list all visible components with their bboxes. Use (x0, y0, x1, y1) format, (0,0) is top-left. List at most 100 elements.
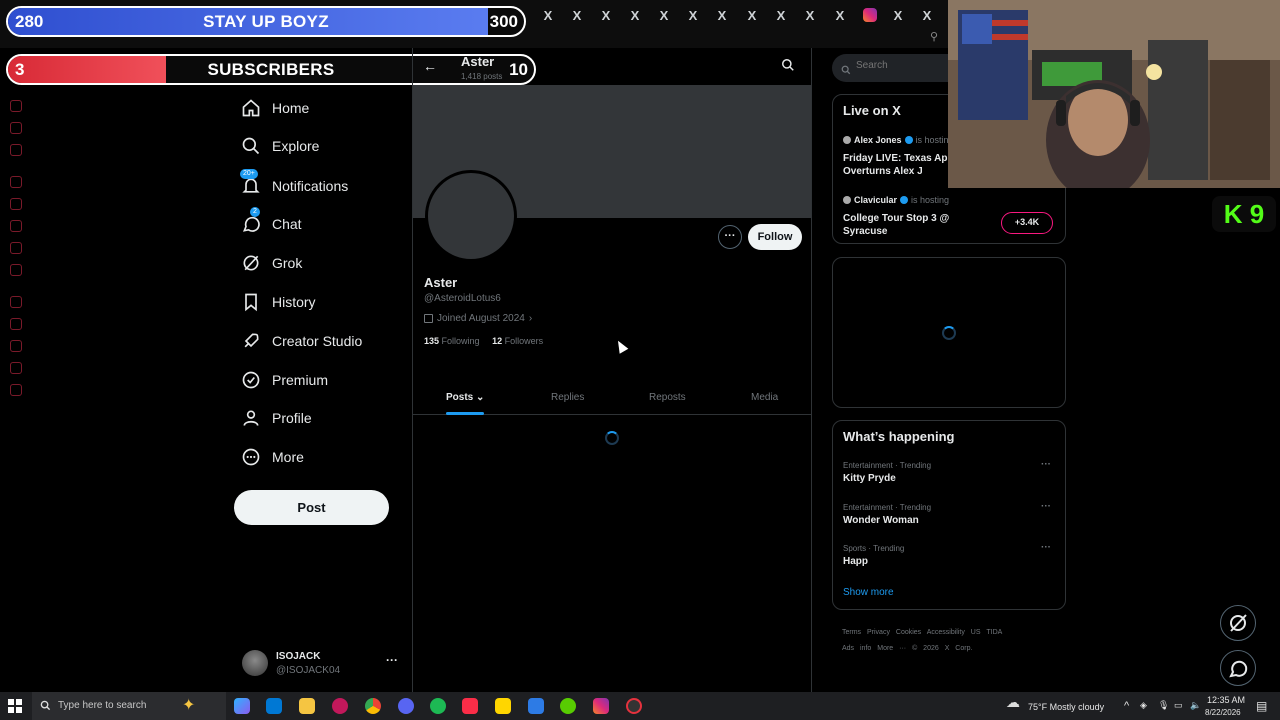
account-switcher[interactable]: ISOJACK @ISOJACK04 ··· (242, 650, 402, 680)
footer-links[interactable]: Terms Privacy Cookies Accessibility US T… (842, 625, 1062, 657)
x-tab-icon[interactable]: X (832, 8, 848, 24)
chevron-right-icon: › (528, 313, 533, 324)
following-label: Following (441, 336, 480, 346)
instagram-tab-icon[interactable] (863, 8, 877, 22)
obs-app-icon[interactable] (626, 698, 642, 714)
trend-name[interactable]: Wonder Woman (843, 515, 919, 526)
file-explorer-icon[interactable] (299, 698, 315, 714)
nav-label: Grok (272, 255, 303, 271)
weather-text[interactable]: 75°F Mostly cloudy (1028, 702, 1104, 712)
trend-more-icon[interactable]: ··· (1041, 542, 1051, 553)
nav-item-notifications[interactable]: 20+ Notifications (240, 168, 348, 204)
dock-app-icon[interactable] (10, 296, 22, 308)
clock-time[interactable]: 12:35 AM (1207, 695, 1245, 705)
space-title[interactable]: College Tour Stop 3 @ Syracuse (843, 212, 963, 238)
grok-float-button[interactable] (1220, 605, 1256, 641)
search-icon (240, 135, 262, 157)
dock-app-icon[interactable] (10, 176, 22, 188)
dock-app-icon[interactable] (10, 100, 22, 112)
x-tab-icon[interactable]: X (744, 8, 760, 24)
nav-item-more[interactable]: More (240, 439, 304, 475)
messages-float-button[interactable] (1220, 650, 1256, 686)
music-app-icon[interactable] (462, 698, 478, 714)
listener-count-badge[interactable]: +3.4K (1001, 212, 1053, 234)
hosting-text: is hosting (911, 195, 950, 205)
account-more-icon[interactable]: ··· (386, 653, 398, 667)
notes-app-icon[interactable] (495, 698, 511, 714)
dock-app-icon[interactable] (10, 242, 22, 254)
trend-more-icon[interactable]: ··· (1041, 501, 1051, 512)
dock-app-icon[interactable] (10, 144, 22, 156)
copilot-app-icon[interactable] (234, 698, 250, 714)
nav-item-profile[interactable]: Profile (240, 400, 312, 436)
followers-link[interactable]: 12 Followers (492, 336, 543, 346)
profile-avatar[interactable] (425, 170, 517, 262)
tab-posts[interactable]: Posts ⌄ (446, 392, 484, 403)
grok-icon (240, 252, 262, 274)
nav-item-home[interactable]: Home (240, 90, 309, 126)
search-icon[interactable] (781, 58, 797, 74)
pin-icon[interactable]: ⚲ (930, 30, 942, 43)
x-tab-icon[interactable]: X (773, 8, 789, 24)
space-host[interactable]: Alex Jones is hosting (843, 135, 954, 145)
trend-name[interactable]: Kitty Pryde (843, 473, 896, 484)
dock-app-icon[interactable] (10, 362, 22, 374)
x-tab-icon[interactable]: X (656, 8, 672, 24)
spotify-app-icon[interactable] (430, 698, 446, 714)
nav-item-grok[interactable]: Grok (240, 245, 302, 281)
nav-item-history[interactable]: History (240, 284, 316, 320)
follow-button[interactable]: Follow (748, 224, 802, 250)
dock-app-icon[interactable] (10, 220, 22, 232)
nav-item-chat[interactable]: 2 Chat (240, 206, 302, 242)
joined-date: Joined August 2024 › (424, 313, 532, 324)
store-app-icon[interactable] (266, 698, 282, 714)
more-options-button[interactable]: ··· (718, 225, 742, 249)
space-host[interactable]: Clavicular is hosting (843, 195, 949, 205)
trend-more-icon[interactable]: ··· (1041, 459, 1051, 470)
network-icon[interactable]: ◈ (1140, 700, 1147, 711)
trend-name[interactable]: Happ (843, 556, 868, 567)
display-icon[interactable]: ▭ (1174, 700, 1183, 711)
dock-app-icon[interactable] (10, 384, 22, 396)
x-tab-icon[interactable]: X (802, 8, 818, 24)
x-tab-icon[interactable]: X (540, 8, 556, 24)
post-button[interactable]: Post (234, 490, 389, 525)
windows-start-icon[interactable] (8, 699, 22, 713)
x-tab-icon[interactable]: X (685, 8, 701, 24)
chrome-app-icon[interactable] (365, 698, 381, 714)
x-tab-icon[interactable]: X (919, 8, 935, 24)
dock-app-icon[interactable] (10, 198, 22, 210)
show-more-link[interactable]: Show more (843, 587, 894, 598)
opera-app-icon[interactable] (332, 698, 348, 714)
dock-app-icon[interactable] (10, 264, 22, 276)
nav-item-premium[interactable]: Premium (240, 362, 328, 398)
dock-app-icon[interactable] (10, 122, 22, 134)
chat-badge: 2 (250, 207, 260, 217)
nav-item-creator-studio[interactable]: Creator Studio (240, 323, 362, 359)
dock-app-icon[interactable] (10, 318, 22, 330)
x-tab-icon[interactable]: X (627, 8, 643, 24)
tray-chevron-icon[interactable]: ^ (1124, 700, 1129, 712)
x-tab-icon[interactable]: X (569, 8, 585, 24)
tab-media[interactable]: Media (751, 392, 778, 403)
nav-item-explore[interactable]: Explore (240, 128, 319, 164)
mail-app-icon[interactable] (528, 698, 544, 714)
tab-reposts[interactable]: Reposts (649, 392, 686, 403)
chat-icon: 2 (240, 207, 262, 235)
clock-date[interactable]: 8/22/2026 (1205, 708, 1241, 717)
following-link[interactable]: 135 Following (424, 336, 480, 346)
goal-target: 300 (489, 12, 518, 31)
instagram-app-icon[interactable] (593, 698, 609, 714)
notification-center-icon[interactable]: ▤ (1256, 699, 1267, 713)
volume-icon[interactable]: 🔈 (1190, 700, 1201, 711)
mic-icon[interactable]: 🎙 (1158, 700, 1169, 711)
x-tab-icon[interactable]: X (714, 8, 730, 24)
x-tab-icon[interactable]: X (598, 8, 614, 24)
discord-app-icon[interactable] (398, 698, 414, 714)
dock-app-icon[interactable] (10, 340, 22, 352)
tab-replies[interactable]: Replies (551, 392, 584, 403)
back-arrow-icon[interactable]: ← (423, 58, 437, 74)
duolingo-app-icon[interactable] (560, 698, 576, 714)
taskbar-search[interactable]: Type here to search ✦ (32, 692, 226, 720)
x-tab-icon[interactable]: X (890, 8, 906, 24)
